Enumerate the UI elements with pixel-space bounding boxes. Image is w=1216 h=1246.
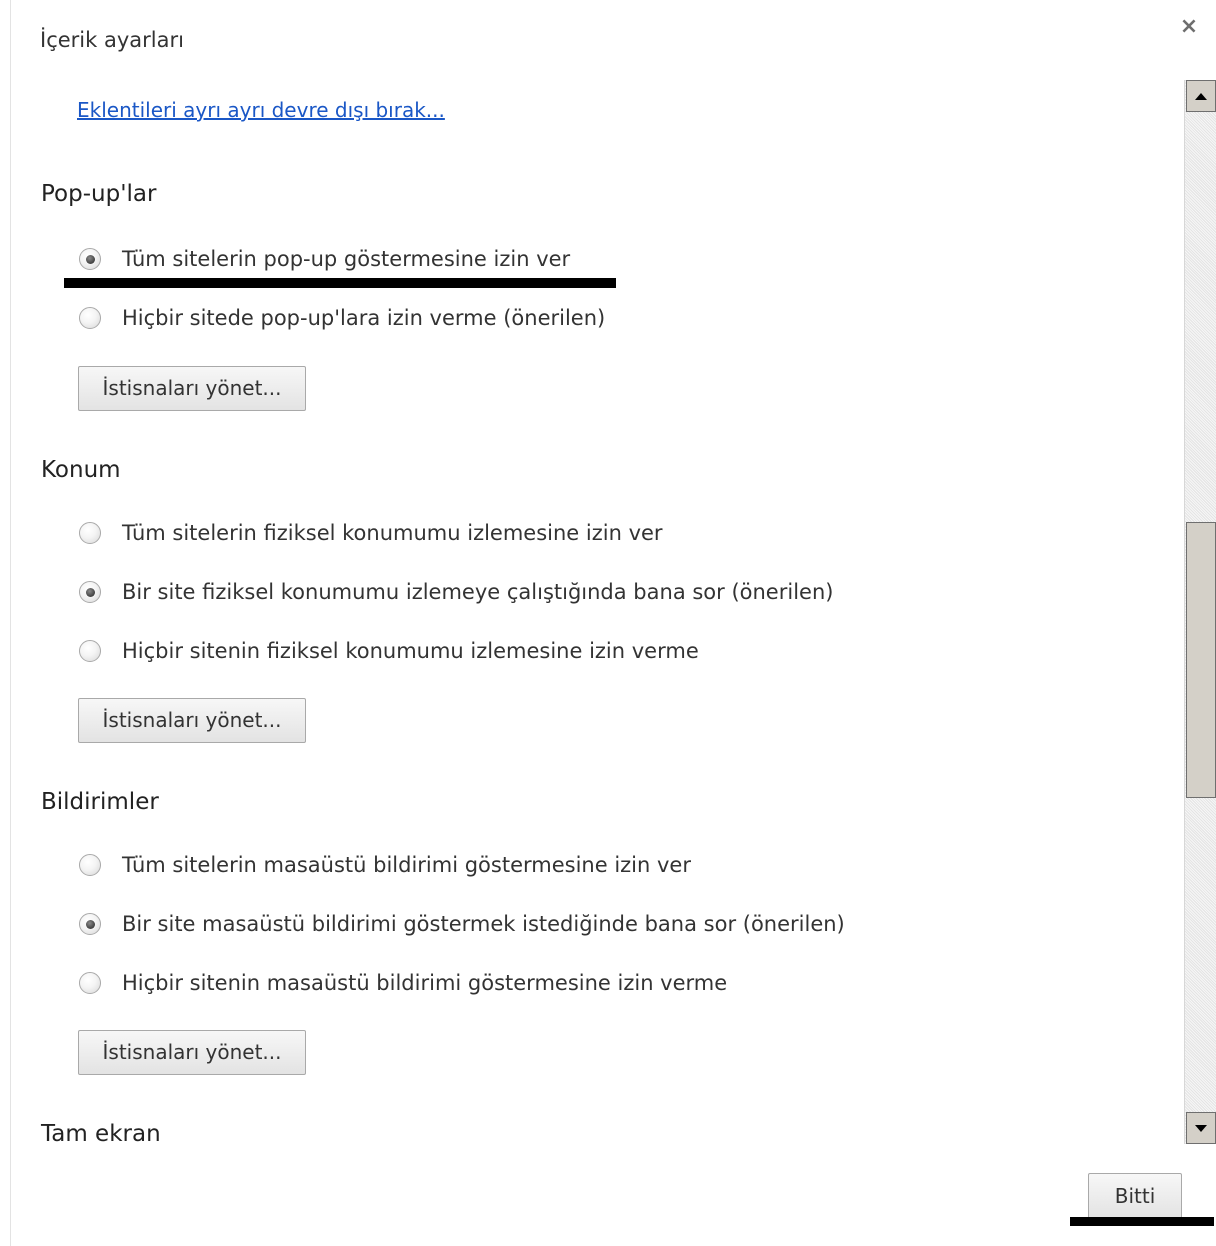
notifications-section-title: Bildirimler: [41, 789, 159, 815]
popups-option-block[interactable]: Hiçbir sitede pop-up'lara izin verme (ön…: [79, 306, 605, 330]
radio-button-checked[interactable]: [79, 913, 101, 935]
radio-button[interactable]: [79, 972, 101, 994]
scroll-down-button[interactable]: [1186, 1112, 1216, 1144]
popups-manage-exceptions-button[interactable]: İstisnaları yönet...: [78, 366, 306, 411]
arrow-up-icon: [1195, 92, 1207, 100]
radio-button-checked[interactable]: [79, 581, 101, 603]
scrollbar-thumb[interactable]: [1186, 522, 1216, 798]
notifications-option-allow[interactable]: Tüm sitelerin masaüstü bildirimi gösterm…: [79, 853, 691, 877]
radio-button[interactable]: [79, 307, 101, 329]
radio-label: Bir site masaüstü bildirimi göstermek is…: [122, 912, 845, 936]
location-option-ask[interactable]: Bir site fiziksel konumumu izlemeye çalı…: [79, 580, 833, 604]
radio-label: Hiçbir sitenin masaüstü bildirimi göster…: [122, 971, 728, 995]
location-section-title: Konum: [41, 457, 121, 483]
location-option-allow[interactable]: Tüm sitelerin fiziksel konumumu izlemesi…: [79, 521, 663, 545]
radio-button[interactable]: [79, 854, 101, 876]
radio-button[interactable]: [79, 522, 101, 544]
dialog-title: İçerik ayarları: [40, 28, 184, 52]
radio-button[interactable]: [79, 640, 101, 662]
location-manage-exceptions-button[interactable]: İstisnaları yönet...: [78, 698, 306, 743]
popups-option-allow[interactable]: Tüm sitelerin pop-up göstermesine izin v…: [79, 247, 570, 271]
location-option-block[interactable]: Hiçbir sitenin fiziksel konumumu izlemes…: [79, 639, 699, 663]
settings-content: Eklentileri ayrı ayrı devre dışı bırak..…: [11, 78, 1183, 1145]
close-icon[interactable]: ×: [1178, 14, 1200, 40]
notifications-option-ask[interactable]: Bir site masaüstü bildirimi göstermek is…: [79, 912, 845, 936]
notifications-manage-exceptions-button[interactable]: İstisnaları yönet...: [78, 1030, 306, 1075]
radio-label: Hiçbir sitenin fiziksel konumumu izlemes…: [122, 639, 699, 663]
done-button[interactable]: Bitti: [1088, 1173, 1182, 1219]
radio-label: Tüm sitelerin fiziksel konumumu izlemesi…: [122, 521, 663, 545]
fullscreen-section-title: Tam ekran: [41, 1121, 161, 1145]
annotation-underline: [1070, 1217, 1214, 1226]
radio-label: Bir site fiziksel konumumu izlemeye çalı…: [122, 580, 834, 604]
scroll-up-button[interactable]: [1186, 80, 1216, 112]
disable-plugins-individually-link[interactable]: Eklentileri ayrı ayrı devre dışı bırak..…: [77, 98, 445, 122]
arrow-down-icon: [1195, 1124, 1207, 1132]
radio-label: Tüm sitelerin pop-up göstermesine izin v…: [122, 247, 571, 271]
dialog-left-edge: [0, 0, 11, 1246]
vertical-scrollbar[interactable]: [1184, 80, 1216, 1144]
notifications-option-block[interactable]: Hiçbir sitenin masaüstü bildirimi göster…: [79, 971, 727, 995]
annotation-underline: [64, 278, 616, 288]
radio-button-checked[interactable]: [79, 248, 101, 270]
popups-section-title: Pop-up'lar: [41, 181, 157, 207]
radio-label: Hiçbir sitede pop-up'lara izin verme (ön…: [122, 306, 606, 330]
radio-label: Tüm sitelerin masaüstü bildirimi gösterm…: [122, 853, 691, 877]
